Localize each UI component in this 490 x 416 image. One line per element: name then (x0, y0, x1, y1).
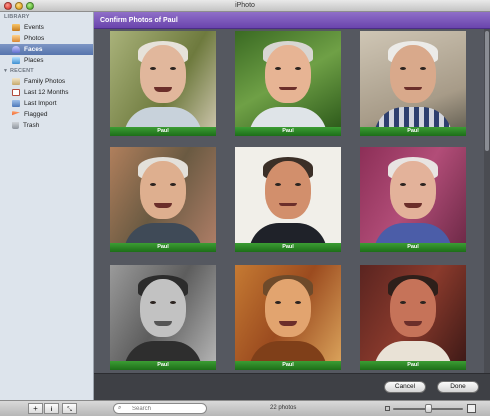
source-list-sidebar: LIBRARY Events Photos Faces Places ▼ REC… (0, 12, 94, 400)
info-button[interactable]: i (44, 403, 59, 414)
disclosure-triangle-icon[interactable]: ▼ (3, 66, 8, 76)
face-tile[interactable]: Paul (360, 31, 466, 136)
face-photo[interactable] (360, 265, 466, 361)
sidebar-item-label: Faces (24, 46, 43, 53)
face-name-label[interactable]: Paul (360, 361, 466, 370)
face-tile[interactable]: Paul (235, 147, 341, 252)
face-name-label[interactable]: Paul (235, 243, 341, 252)
bottom-toolbar: + i ⤡ ⌕ 22 photos (0, 400, 490, 416)
search-input[interactable] (132, 405, 204, 413)
fullscreen-button[interactable]: ⤡ (62, 403, 77, 414)
places-icon (12, 57, 20, 64)
sidebar-item-photos[interactable]: Photos (0, 33, 93, 44)
library-section-header: LIBRARY (4, 14, 30, 20)
page-title: Confirm Photos of Paul (100, 17, 178, 24)
face-tile[interactable]: Paul (360, 147, 466, 252)
face-photo[interactable] (110, 31, 216, 127)
face-tile[interactable]: Paul (110, 31, 216, 136)
recent-section-header[interactable]: ▼ RECENT (0, 66, 93, 76)
sidebar-item-faces[interactable]: Faces (0, 44, 93, 55)
face-photo[interactable] (235, 147, 341, 243)
sidebar-item-last-12-months[interactable]: Last 12 Months (0, 87, 93, 98)
sidebar-item-label: Trash (23, 122, 40, 129)
sidebar-item-flagged[interactable]: Flagged (0, 109, 93, 120)
zoom-slider-knob[interactable] (424, 404, 432, 413)
face-photo[interactable] (110, 147, 216, 243)
sidebar-item-last-import[interactable]: Last Import (0, 98, 93, 109)
face-name-label[interactable]: Paul (360, 243, 466, 252)
fullscreen-icon: ⤡ (67, 407, 72, 413)
face-tile[interactable]: Paul (235, 31, 341, 136)
cancel-button[interactable]: Cancel (384, 381, 426, 393)
photo-count: 22 photos (270, 405, 297, 411)
faces-grid: Paul Paul Paul Paul Paul Paul Paul Paul … (94, 29, 484, 373)
sidebar-item-events[interactable]: Events (0, 22, 93, 33)
face-name-label[interactable]: Paul (235, 127, 341, 136)
face-photo[interactable] (360, 147, 466, 243)
import-icon (12, 100, 20, 107)
face-name-label[interactable]: Paul (235, 361, 341, 370)
photos-icon (12, 35, 20, 42)
sidebar-item-label: Flagged (24, 111, 48, 118)
sidebar-item-label: Last Import (24, 100, 57, 107)
done-button[interactable]: Done (437, 381, 479, 393)
face-photo[interactable] (235, 31, 341, 127)
search-icon: ⌕ (118, 405, 122, 411)
face-photo[interactable] (235, 265, 341, 361)
search-field[interactable]: ⌕ (113, 403, 207, 414)
events-icon (12, 24, 20, 31)
small-thumbnail-icon (385, 406, 390, 411)
face-photo[interactable] (360, 31, 466, 127)
info-icon: i (50, 407, 53, 413)
face-name-label[interactable]: Paul (360, 127, 466, 136)
add-button[interactable]: + (28, 403, 43, 414)
face-name-label[interactable]: Paul (110, 243, 216, 252)
recent-section-label: RECENT (10, 68, 34, 74)
sidebar-item-label: Places (24, 57, 44, 64)
sidebar-item-label: Last 12 Months (24, 89, 69, 96)
face-photo[interactable] (110, 265, 216, 361)
face-name-label[interactable]: Paul (110, 361, 216, 370)
sidebar-item-label: Family Photos (24, 78, 66, 85)
sidebar-item-trash[interactable]: Trash (0, 120, 93, 131)
large-thumbnail-icon (467, 404, 476, 413)
title-bar: iPhoto (0, 0, 490, 12)
confirm-faces-header: Confirm Photos of Paul (94, 12, 490, 29)
faces-icon (12, 46, 20, 53)
face-tile[interactable]: Paul (110, 147, 216, 252)
trash-icon (12, 122, 19, 129)
confirm-action-bar: Cancel Done (94, 373, 490, 400)
sidebar-item-places[interactable]: Places (0, 55, 93, 66)
flag-icon (12, 111, 20, 116)
scrollbar-thumb[interactable] (485, 31, 489, 151)
sidebar-item-label: Photos (24, 35, 45, 42)
calendar-icon (12, 89, 20, 96)
face-tile[interactable]: Paul (360, 265, 466, 370)
window-title: iPhoto (235, 2, 255, 9)
face-tile[interactable]: Paul (110, 265, 216, 370)
face-name-label[interactable]: Paul (110, 127, 216, 136)
face-tile[interactable]: Paul (235, 265, 341, 370)
sidebar-item-family-photos[interactable]: Family Photos (0, 76, 93, 87)
album-icon (12, 78, 20, 85)
sidebar-item-label: Events (24, 24, 44, 31)
